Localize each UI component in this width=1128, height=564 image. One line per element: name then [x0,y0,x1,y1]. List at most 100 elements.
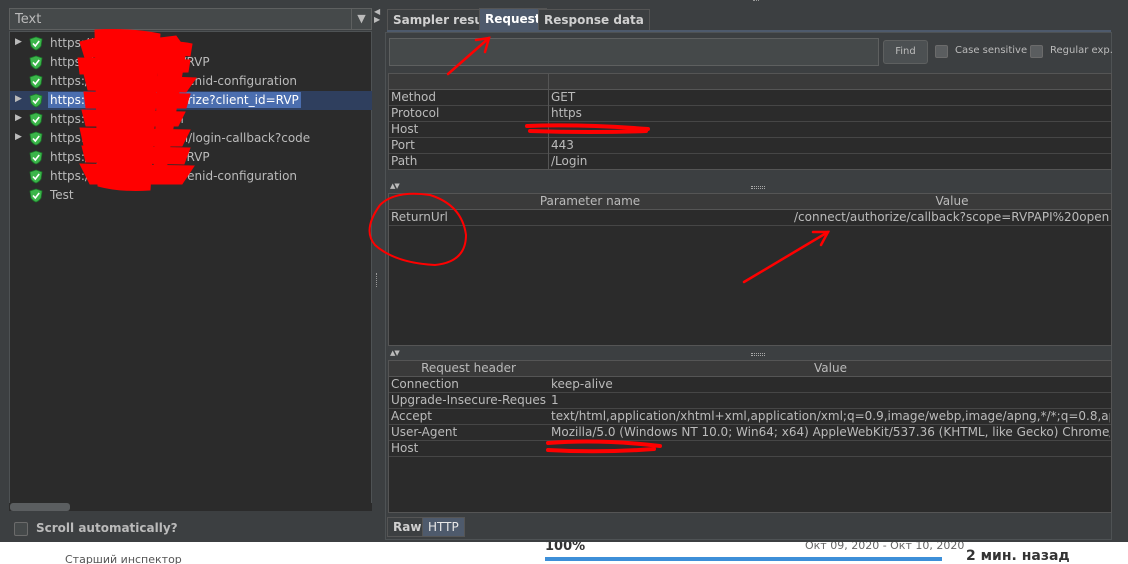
request-field-value: https [551,106,582,120]
updated-ago: 2 мин. назад [966,548,1070,564]
column-header[interactable]: Request header [389,361,548,377]
splitter-grip-icon[interactable] [376,273,379,287]
find-button[interactable]: Find [883,40,928,64]
success-shield-icon [29,150,43,165]
table-header-row: Request header Value [389,361,1111,377]
chevron-down-icon[interactable]: ▼ [351,9,371,29]
column-header[interactable]: Value [792,194,1111,210]
table-row[interactable]: Method GET [389,90,1111,106]
request-field-value: 443 [551,138,574,152]
table-row[interactable]: Protocol https [389,106,1111,122]
main-splitter[interactable]: ◀ ▶ [373,0,382,542]
request-field-name: Port [391,138,415,152]
tree-node[interactable]: https:// _configuration/RVP [10,53,372,72]
collapse-arrows-icon[interactable]: ◀ ▶ [374,8,380,24]
divider-arrows-icon[interactable]: ▲▼ [390,182,400,191]
success-shield-icon [29,188,43,203]
results-tree-panel: Text ▼ ▶ https:// https:// _configuration/… [0,0,378,542]
tab-http[interactable]: HTTP [422,517,465,537]
tree-node-label: https:// _configuration/RVP [50,55,210,69]
row-name-cell: ReturnUrl [391,210,448,224]
tree-node-label: https:// .well-known/openid-configuratio… [50,169,298,183]
success-shield-icon [29,112,43,127]
success-shield-icon [29,36,43,51]
renderer-combo[interactable]: Text ▼ [9,8,372,30]
success-shield-icon [29,55,43,70]
pane-divider-1[interactable]: ▲▼ [388,182,1111,192]
tab-label: Raw [393,520,422,534]
pane-divider-2[interactable]: ▲▼ [388,349,1111,359]
date-range: Окт 09, 2020 - Окт 10, 2020 [805,542,965,552]
row-name-cell: Host [391,441,419,455]
divider-arrows-icon[interactable]: ▲▼ [390,349,400,358]
progress-percent: 100% [545,542,586,554]
tree-node[interactable]: ▶ https:// /api/auth/login [10,110,372,129]
tree-node[interactable]: ▶ https:// /connect/authorize?client_id=R… [10,91,372,110]
table-row[interactable]: Upgrade-Insecure-Reques... 1 [389,393,1111,409]
row-name-cell: Upgrade-Insecure-Reques... [391,393,547,407]
column-header[interactable]: Parameter name [389,194,791,210]
table-row[interactable]: Port 443 [389,138,1111,154]
expand-arrow-icon[interactable]: ▶ [15,113,23,125]
divider-grip-icon[interactable] [751,353,765,356]
success-shield-icon [29,93,43,108]
request-field-name: Host [391,122,419,136]
tree-node-label: https:// .well-known/openid-configuratio… [50,74,298,88]
scrollbar-thumb[interactable] [10,503,70,511]
tree-node[interactable]: https:// _configuration/RVP [10,148,372,167]
success-shield-icon [29,169,43,184]
scroll-automatically-checkbox[interactable] [14,522,28,536]
parameters-table: Parameter name Value ReturnUrl/connect/aut… [388,193,1112,346]
case-sensitive-checkbox[interactable] [935,45,948,58]
request-headers-table: Request header Value Connection keep-alive U… [388,360,1112,513]
tab-request[interactable]: Request [479,8,547,30]
table-row[interactable]: Host [389,441,1111,457]
regular-exp-checkbox[interactable] [1030,45,1043,58]
divider-grip-icon[interactable] [751,186,765,189]
row-name-cell: Connection [391,377,459,391]
success-shield-icon [29,74,43,89]
row-value-cell: keep-alive [551,377,613,391]
role-text: Старший инспектор [65,553,182,564]
table-header-row [389,74,1111,90]
tree-node-label: https:// /api/auth/login [50,112,184,126]
table-row[interactable]: Host [389,122,1111,138]
tree-node[interactable]: ▶ https:// /authentication/login-callback… [10,129,372,148]
expand-arrow-icon[interactable]: ▶ [15,132,23,144]
table-row[interactable]: ReturnUrl/connect/authorize/callback?sco… [389,210,1111,226]
tree-node[interactable]: Test [10,186,372,205]
tree-node[interactable]: ▶ https:// [10,34,372,53]
results-tree[interactable]: ▶ https://https:// _configuration/RVP http… [9,31,372,511]
tree-node-label: https:// /connect/authorize?client_id=RV… [48,92,301,108]
table-row[interactable]: Accept text/html,application/xhtml+xml,ap… [389,409,1111,425]
row-value-cell: Mozilla/5.0 (Windows NT 10.0; Win64; x64… [551,425,1110,439]
row-value-cell: text/html,application/xhtml+xml,applicat… [551,409,1110,423]
top-splitter-grip-icon[interactable] [753,0,759,3]
progress-fill [545,557,942,561]
scroll-automatically-label: Scroll automatically? [36,521,178,535]
tree-node[interactable]: https:// .well-known/openid-configuratio… [10,167,372,186]
expand-arrow-icon[interactable]: ▶ [15,94,23,106]
search-input[interactable] [389,38,879,66]
find-bar: Find Case sensitive Regular exp. [389,38,1113,66]
tree-node[interactable]: https:// .well-known/openid-configuratio… [10,72,372,91]
table-row[interactable]: Path/Login [389,154,1111,169]
column-separator[interactable] [548,74,549,169]
tree-horizontal-scrollbar[interactable] [9,503,372,511]
request-field-value [549,122,1109,138]
table-header-row: Parameter name Value [389,194,1111,210]
row-name-cell: Accept [391,409,432,423]
tab-label: Response data [544,13,644,27]
column-header[interactable]: Value [549,361,1111,377]
result-details-panel: Sampler result Request Response data Fin… [383,0,1128,542]
row-value-cell [549,441,1110,457]
row-value-cell: /connect/authorize/callback?scope=RVPAPI… [794,210,1110,224]
regular-exp-label: Regular exp. [1050,45,1113,56]
request-field-name: Protocol [391,106,440,120]
tree-node-label: https:// [50,36,94,50]
tab-response-data[interactable]: Response data [538,9,650,30]
renderer-combo-value: Text [15,12,42,27]
table-row[interactable]: User-Agent Mozilla/5.0 (Windows NT 10.0; … [389,425,1111,441]
table-row[interactable]: Connection keep-alive [389,377,1111,393]
expand-arrow-icon[interactable]: ▶ [15,37,23,49]
